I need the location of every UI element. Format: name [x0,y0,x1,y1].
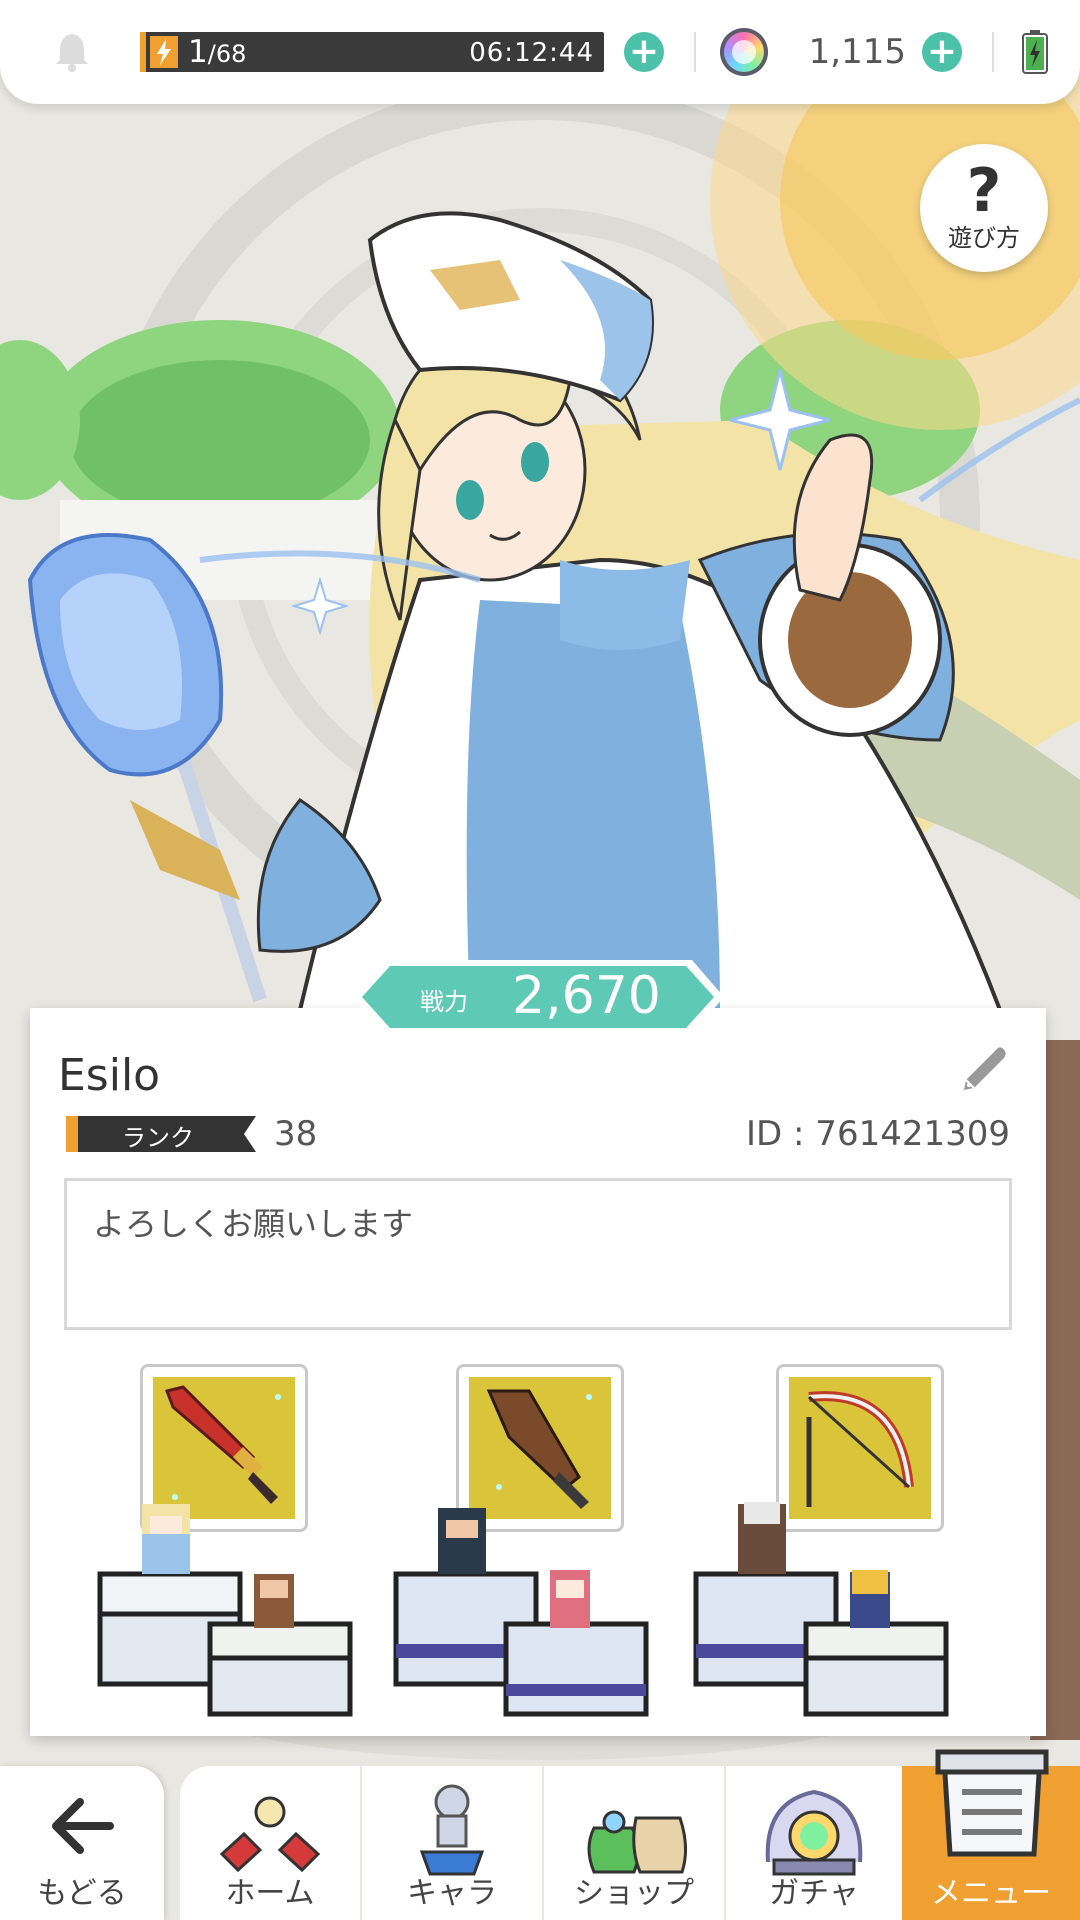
home-icon [219,1796,321,1873]
nav-home[interactable]: ホーム [180,1766,360,1920]
party-slot-3[interactable] [693,1364,1036,1724]
character-illustration [27,211,1080,1012]
add-stamina-button[interactable]: + [624,32,664,72]
profile-card: Esilo ランク 38 ID : 761421309 よろしくお願いします [30,1008,1046,1736]
party-characters [693,1502,949,1717]
gem-icon [720,28,768,76]
add-gems-button[interactable]: + [922,32,962,72]
player-id: ID : 761421309 [746,1114,1010,1154]
nav-chara-label: キャラ [407,1876,497,1911]
help-label: 遊び方 [948,224,1020,252]
nav-shop-label: ショップ [574,1876,694,1911]
divider [992,32,994,72]
battery-icon[interactable] [1022,30,1048,74]
stamina-timer: 06:12:44 [469,38,594,68]
lightning-icon [150,36,178,68]
party-characters [97,1504,353,1717]
party-slot-1[interactable] [97,1364,400,1724]
party-characters [393,1508,649,1717]
top-status-bar: 1/68 06:12:44 + 1,115 + [0,0,1080,104]
power-value: 2,670 [512,966,661,1026]
power-banner: 戦力 2,670 [350,958,726,1036]
rank-badge: ランク [66,1112,256,1156]
question-mark-icon: ? [966,156,1002,226]
back-arrow-icon [52,1798,114,1854]
party-slot-2[interactable] [393,1364,716,1724]
nav-gacha-label: ガチャ [769,1876,859,1911]
pen-edit-icon[interactable] [954,1042,1010,1098]
gacha-orb-icon [765,1789,863,1876]
help-button[interactable]: ? 遊び方 [920,144,1048,272]
rank-value: 38 [274,1114,318,1154]
nav-menu-label: メニュー [931,1876,1051,1911]
nav-back[interactable]: もどる [0,1766,164,1920]
divider [694,32,696,72]
nav-gacha[interactable]: ガチャ [726,1766,902,1920]
stamina-gauge: 1/68 06:12:44 [140,32,604,72]
shop-bag-icon [587,1810,687,1874]
bottom-nav: もどる ホーム キャラ ショップ ガチャ メニュー [0,1749,1080,1920]
nav-chara[interactable]: キャラ [362,1766,542,1920]
notification-bell-icon[interactable] [48,28,96,76]
profile-message-box[interactable]: よろしくお願いします [64,1178,1012,1330]
stamina-fill [140,32,146,72]
menu-list-icon [935,1749,1049,1857]
player-name: Esilo [58,1050,161,1101]
nav-back-label: もどる [37,1876,127,1911]
nav-home-label: ホーム [225,1876,315,1911]
rank-label: ランク [122,1124,194,1152]
gem-count: 1,115 [808,32,906,72]
nav-shop[interactable]: ショップ [544,1766,724,1920]
nav-menu[interactable]: メニュー [902,1749,1080,1920]
stamina-count: 1/68 [188,34,247,70]
power-label: 戦力 [420,988,468,1016]
character-icon [419,1784,485,1876]
profile-message: よろしくお願いします [93,1205,414,1243]
